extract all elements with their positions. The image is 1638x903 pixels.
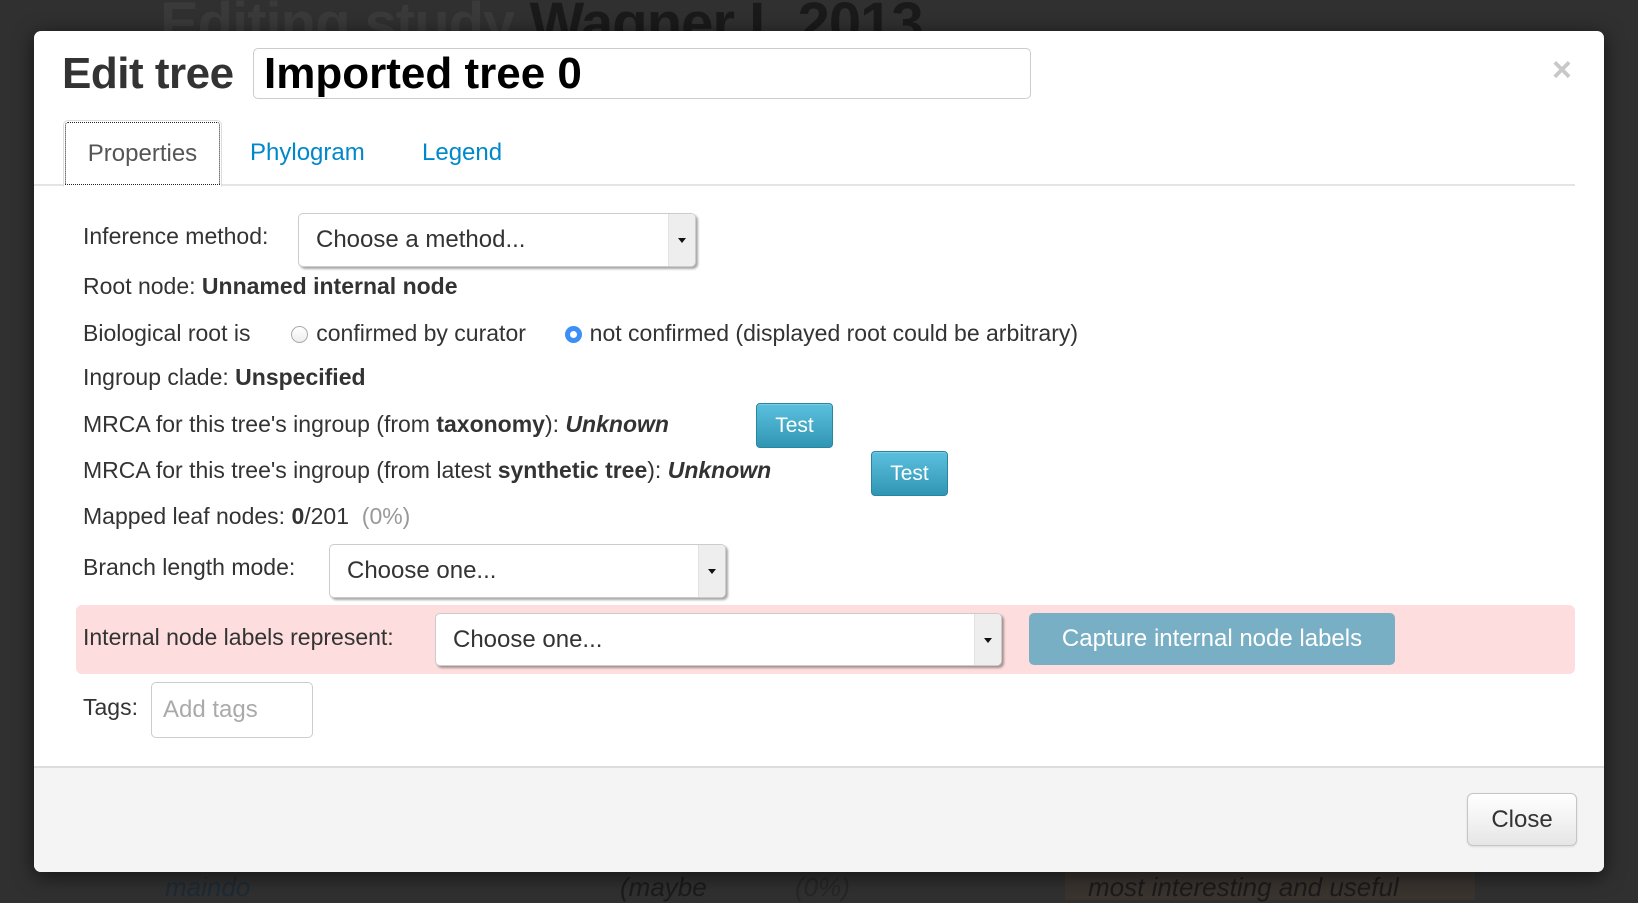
radio-label-not-confirmed[interactable]: not confirmed (displayed root could be a…	[590, 320, 1078, 346]
internal-node-labels-value: Choose one...	[453, 625, 603, 653]
mrca-synth-source: synthetic tree	[497, 457, 648, 483]
mrca-taxonomy-prefix: MRCA for this tree's ingroup (from	[83, 411, 437, 437]
tab-properties[interactable]: Properties	[63, 120, 222, 187]
mapped-leaf-count: 0	[291, 503, 305, 529]
mrca-synth-prefix: MRCA for this tree's ingroup (from lates…	[83, 457, 498, 483]
radio-label-confirmed[interactable]: confirmed by curator	[316, 320, 526, 346]
mapped-leaf-label: Mapped leaf nodes:	[83, 503, 286, 529]
radio-not-confirmed[interactable]	[564, 326, 582, 343]
modal-title: Edit tree	[62, 49, 234, 98]
test-mrca-synth-button[interactable]: Test	[871, 451, 948, 496]
test-mrca-taxonomy-button[interactable]: Test	[756, 403, 833, 448]
mapped-leaf-nodes-row: Mapped leaf nodes: 0/201 (0%)	[83, 503, 410, 530]
chevron-down-icon	[974, 614, 1001, 665]
branch-length-select[interactable]: Choose one...	[329, 544, 726, 598]
mapped-leaf-total: /201	[304, 503, 349, 529]
internal-node-labels-select[interactable]: Choose one...	[435, 613, 1002, 666]
mrca-taxonomy-suffix: ):	[544, 411, 560, 437]
inference-method-select[interactable]: Choose a method...	[298, 213, 696, 267]
branch-length-label: Branch length mode:	[83, 554, 296, 580]
modal-footer: Close	[34, 766, 1604, 872]
tree-name-input[interactable]	[253, 48, 1031, 99]
root-node-label: Root node:	[83, 273, 196, 299]
tags-input[interactable]	[151, 682, 313, 738]
chevron-down-icon	[668, 214, 695, 266]
mrca-synth-row: MRCA for this tree's ingroup (from lates…	[83, 457, 771, 484]
ingroup-clade-label: Ingroup clade:	[83, 364, 229, 390]
close-icon[interactable]: ×	[1552, 53, 1572, 87]
tab-legend[interactable]: Legend	[422, 120, 502, 186]
tab-phylogram[interactable]: Phylogram	[250, 120, 365, 186]
mrca-synth-value: Unknown	[667, 457, 772, 483]
edit-tree-modal: Edit tree × Properties Phylogram Legend …	[34, 31, 1604, 872]
background-fragment: (maybe	[620, 872, 707, 902]
branch-length-value: Choose one...	[347, 557, 497, 584]
inference-method-label: Inference method:	[83, 223, 269, 249]
chevron-down-icon	[698, 545, 725, 597]
radio-confirmed-by-curator[interactable]	[291, 326, 309, 343]
inference-method-value: Choose a method...	[316, 226, 526, 253]
root-node-value: Unnamed internal node	[201, 273, 458, 299]
tags-label: Tags:	[83, 694, 138, 720]
mrca-taxonomy-value: Unknown	[565, 411, 669, 437]
biological-root-label: Biological root is	[83, 320, 251, 346]
ingroup-clade-row: Ingroup clade: Unspecified	[83, 364, 366, 391]
mapped-leaf-percent: (0%)	[361, 503, 411, 529]
close-button[interactable]: Close	[1467, 793, 1577, 846]
capture-internal-node-labels-button[interactable]: Capture internal node labels	[1029, 613, 1395, 665]
background-fragment: (0%)	[795, 872, 850, 902]
ingroup-clade-value: Unspecified	[235, 364, 366, 390]
background-fragment: maindo	[165, 872, 251, 902]
biological-root-row: Biological root is confirmed by curator …	[83, 320, 1078, 347]
root-node-row: Root node: Unnamed internal node	[83, 273, 458, 300]
mrca-taxonomy-source: taxonomy	[436, 411, 545, 437]
mrca-taxonomy-row: MRCA for this tree's ingroup (from taxon…	[83, 411, 669, 438]
background-fragment: most interesting and useful	[1088, 872, 1399, 902]
mrca-synth-suffix: ):	[647, 457, 662, 483]
internal-node-labels-label: Internal node labels represent:	[83, 624, 394, 650]
